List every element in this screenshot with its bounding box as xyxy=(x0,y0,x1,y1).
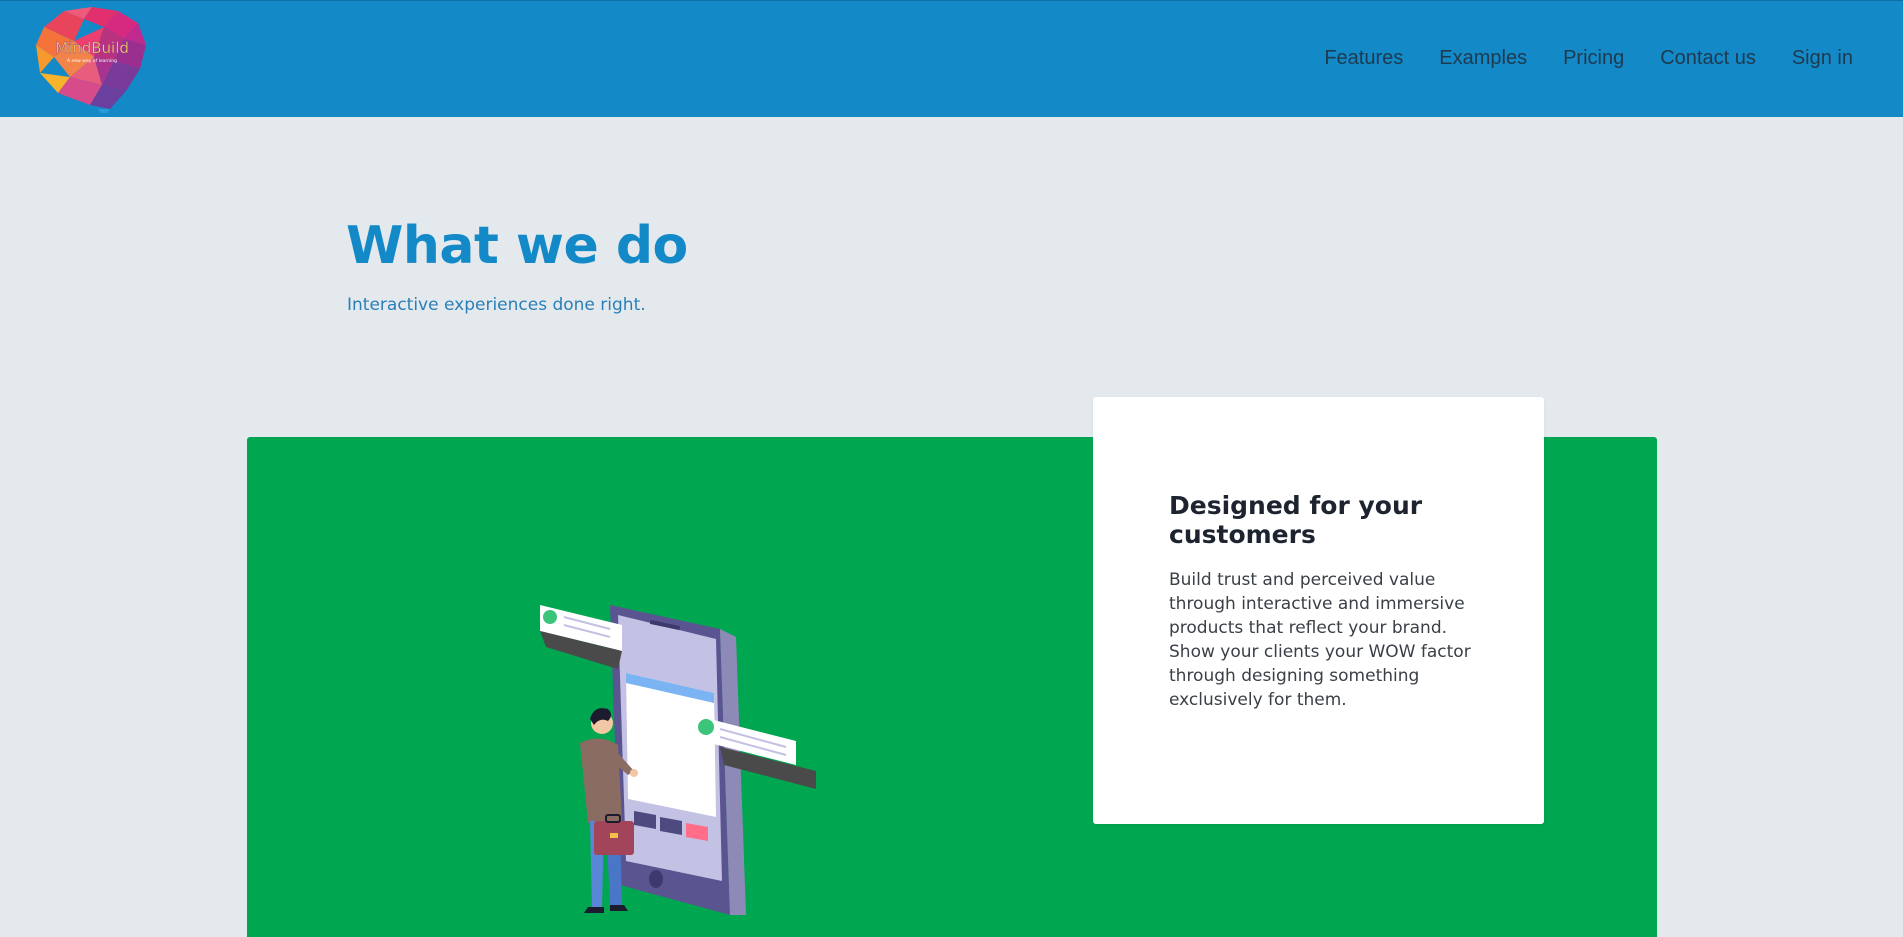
person-with-phone-illustration xyxy=(540,605,816,915)
nav-contact-us[interactable]: Contact us xyxy=(1660,47,1756,70)
nav-features[interactable]: Features xyxy=(1324,47,1403,70)
logo-tagline: A new way of learning xyxy=(67,58,117,64)
mindbuild-logo[interactable]: MindBuild A new way of learning xyxy=(34,5,150,113)
nav-pricing[interactable]: Pricing xyxy=(1563,47,1624,70)
feature-card-body: Build trust and perceived value through … xyxy=(1169,570,1471,710)
feature-card: Designed for your customers Build trust … xyxy=(1093,397,1544,824)
main-nav: Features Examples Pricing Contact us Sig… xyxy=(1324,47,1853,70)
nav-examples[interactable]: Examples xyxy=(1439,47,1527,70)
feature-card-title: Designed for your customers xyxy=(1169,491,1423,549)
page-title: What we do xyxy=(346,216,688,276)
site-header: MindBuild A new way of learning Features… xyxy=(0,0,1903,117)
page-subtitle: Interactive experiences done right. xyxy=(347,295,646,315)
nav-sign-in[interactable]: Sign in xyxy=(1792,47,1853,70)
logo-wordmark: MindBuild xyxy=(55,39,129,57)
